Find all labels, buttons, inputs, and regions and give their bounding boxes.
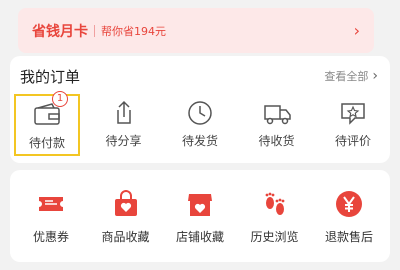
- service-label: 历史浏览: [250, 230, 299, 244]
- truck-icon: [263, 105, 291, 125]
- service-browsing-history[interactable]: 历史浏览: [240, 170, 310, 262]
- coupon-icon: [39, 197, 63, 211]
- service-favorite-products[interactable]: 商品收藏: [91, 170, 161, 262]
- banner-subtitle: 帮你省194元: [101, 24, 166, 38]
- order-status-label: 待分享: [105, 134, 142, 148]
- order-status-label: 待付款: [28, 136, 65, 150]
- shop-heart-icon: [188, 194, 212, 216]
- order-status-label: 待评价: [334, 134, 371, 148]
- service-refunds-after-sales[interactable]: 退款售后: [314, 170, 384, 262]
- pending-payment-count-badge: 1: [52, 91, 68, 107]
- yen-icon: [336, 191, 362, 217]
- view-all-label: 查看全部: [324, 70, 369, 83]
- view-all-orders-link[interactable]: 查看全部 ›: [324, 68, 378, 84]
- service-label: 商品收藏: [101, 230, 150, 244]
- order-status-to-review[interactable]: 待评价: [320, 94, 386, 156]
- order-status-to-share[interactable]: 待分享: [91, 94, 157, 156]
- order-status-label: 待收货: [258, 134, 295, 148]
- order-status-to-receive[interactable]: 待收货: [244, 94, 310, 156]
- my-orders-card: 我的订单 查看全部 › 1 待付款 待分享 待发货 待收货 待评价: [10, 56, 390, 163]
- services-card: 优惠券 商品收藏 店铺收藏 历史浏览 退款售后: [10, 170, 390, 262]
- order-status-row: 1 待付款 待分享 待发货 待收货 待评价: [14, 91, 386, 156]
- service-label: 店铺收藏: [175, 230, 224, 244]
- clock-icon: [188, 101, 212, 125]
- service-label: 退款售后: [324, 230, 373, 244]
- service-label: 优惠券: [32, 230, 69, 244]
- order-status-to-ship[interactable]: 待发货: [167, 94, 233, 156]
- order-status-pending-payment[interactable]: 1 待付款: [14, 91, 80, 156]
- savings-card-banner[interactable]: 省钱月卡 帮你省194元 ›: [18, 8, 374, 53]
- service-coupons[interactable]: 优惠券: [16, 170, 86, 262]
- review-icon: [341, 103, 365, 125]
- service-favorite-shops[interactable]: 店铺收藏: [165, 170, 235, 262]
- bag-heart-icon: [114, 190, 137, 216]
- orders-title: 我的订单: [20, 68, 81, 86]
- banner-title: 省钱月卡: [32, 23, 88, 40]
- share-icon: [116, 100, 131, 124]
- chevron-right-icon: ›: [353, 21, 360, 40]
- footprints-icon: [265, 192, 284, 215]
- order-status-label: 待发货: [181, 134, 218, 148]
- banner-divider: [94, 24, 95, 37]
- chevron-right-icon: ›: [372, 68, 378, 84]
